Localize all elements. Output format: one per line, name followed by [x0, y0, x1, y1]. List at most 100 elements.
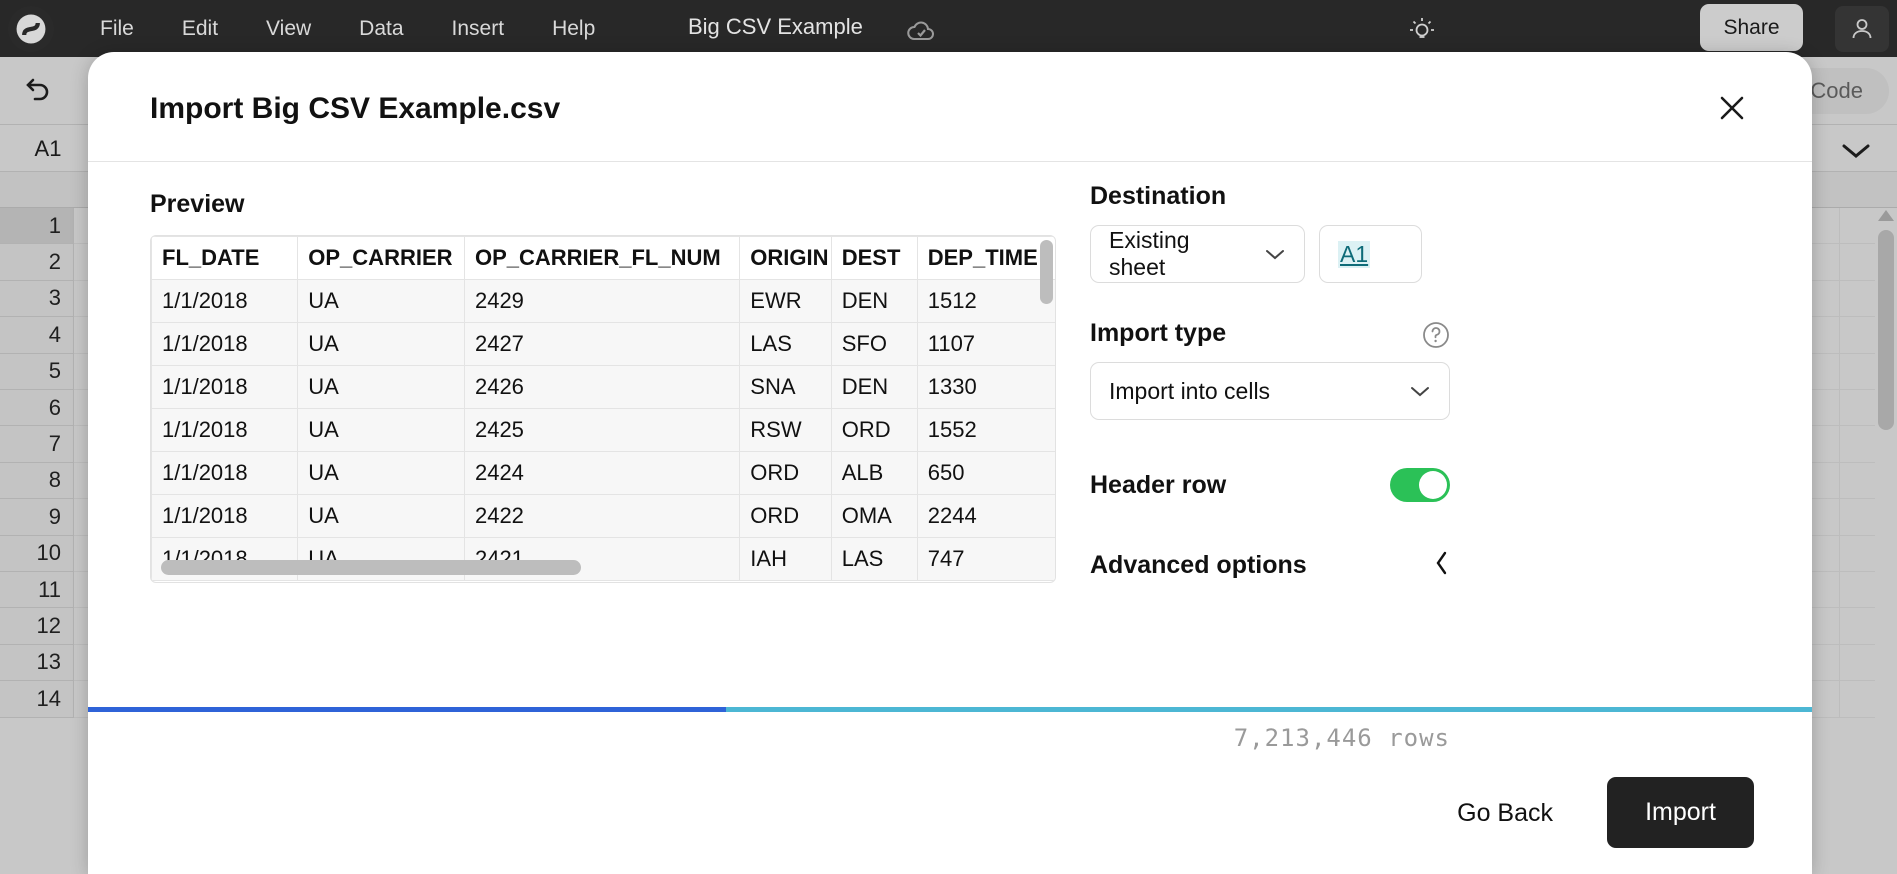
table-cell: SNA [740, 366, 831, 409]
menu-item-data[interactable]: Data [335, 13, 427, 45]
scroll-up-arrow-icon[interactable] [1878, 210, 1894, 221]
import-type-label-row: Import type [1090, 319, 1450, 348]
row-header-6[interactable]: 6 [0, 390, 74, 426]
dialog-title: Import Big CSV Example.csv [150, 92, 560, 126]
menu-item-list: File Edit View Data Insert Help [76, 13, 619, 45]
advanced-options-row[interactable]: Advanced options [1090, 550, 1450, 581]
table-cell: 2429 [464, 280, 739, 323]
table-row: 1/1/2018UA2424ORDALB65020 [152, 452, 1057, 495]
chevron-down-icon [1409, 385, 1431, 398]
table-row: 1/1/2018UA2427LASSFO1107-8 [152, 323, 1057, 366]
table-cell: DEN [831, 366, 917, 409]
row-header-5[interactable]: 5 [0, 354, 74, 390]
table-cell: 2244 [917, 495, 1056, 538]
import-settings-panel: Destination Existing sheet A1 Import typ… [1090, 182, 1450, 581]
close-icon[interactable] [1710, 86, 1754, 130]
preview-table-body: 1/1/2018UA2429EWRDEN1512-51/1/2018UA2427… [152, 280, 1057, 581]
table-cell: 1/1/2018 [152, 452, 298, 495]
destination-cell-input[interactable]: A1 [1319, 225, 1422, 283]
table-cell: LAS [831, 538, 917, 581]
row-header-9[interactable]: 9 [0, 499, 74, 535]
destination-sheet-select[interactable]: Existing sheet [1090, 225, 1305, 283]
menu-item-file[interactable]: File [76, 13, 158, 45]
table-cell: RSW [740, 409, 831, 452]
row-header-8[interactable]: 8 [0, 463, 74, 499]
menu-item-view[interactable]: View [242, 13, 335, 45]
destination-label: Destination [1090, 182, 1450, 211]
table-cell: EWR [740, 280, 831, 323]
table-cell: LAS [740, 323, 831, 366]
table-cell: UA [298, 323, 465, 366]
table-cell: ALB [831, 452, 917, 495]
table-cell: 1/1/2018 [152, 409, 298, 452]
row-header-3[interactable]: 3 [0, 281, 74, 317]
table-cell: 1/1/2018 [152, 495, 298, 538]
undo-icon[interactable] [12, 65, 60, 113]
row-header-4[interactable]: 4 [0, 317, 74, 353]
header-row-label: Header row [1090, 471, 1226, 500]
row-header-13[interactable]: 13 [0, 645, 74, 681]
user-avatar-icon[interactable] [1835, 6, 1889, 52]
header-row-toggle[interactable] [1390, 468, 1450, 502]
menu-item-edit[interactable]: Edit [158, 13, 242, 45]
advanced-options-label: Advanced options [1090, 551, 1307, 580]
row-header-11[interactable]: 11 [0, 572, 74, 608]
table-cell: ORD [740, 495, 831, 538]
column-header: FL_DATE [152, 237, 298, 280]
go-back-button[interactable]: Go Back [1441, 785, 1569, 842]
chevron-left-icon [1434, 550, 1450, 581]
destination-sheet-value: Existing sheet [1109, 227, 1248, 281]
vertical-scrollbar[interactable] [1875, 208, 1897, 874]
document-title[interactable]: Big CSV Example [688, 14, 863, 40]
column-header: DEST [831, 237, 917, 280]
table-cell: ORD [831, 409, 917, 452]
column-header: OP_CARRIER_FL_NUM [464, 237, 739, 280]
table-row: 1/1/2018UA2425RSWORD15526 [152, 409, 1057, 452]
question-mark-icon[interactable] [1422, 321, 1450, 349]
import-type-select[interactable]: Import into cells [1090, 362, 1450, 420]
preview-horizontal-scrollbar[interactable] [161, 560, 581, 575]
lightbulb-icon[interactable] [1407, 14, 1437, 49]
preview-vertical-scrollbar[interactable] [1040, 240, 1053, 304]
table-cell: UA [298, 280, 465, 323]
progress-fill [88, 707, 726, 712]
row-header-14[interactable]: 14 [0, 681, 74, 717]
table-cell: 2425 [464, 409, 739, 452]
import-progress-bar [88, 707, 1812, 712]
menu-item-insert[interactable]: Insert [428, 13, 529, 45]
import-type-value: Import into cells [1109, 378, 1270, 405]
menu-bar: File Edit View Data Insert Help Big CSV … [0, 0, 1897, 57]
toggle-knob [1419, 471, 1447, 499]
row-header-12[interactable]: 12 [0, 608, 74, 644]
table-cell: SFO [831, 323, 917, 366]
menu-item-help[interactable]: Help [528, 13, 619, 45]
table-row: 1/1/2018UA2426SNADEN1330-5 [152, 366, 1057, 409]
table-cell: 1/1/2018 [152, 366, 298, 409]
chevron-down-icon[interactable] [1839, 140, 1873, 165]
import-button[interactable]: Import [1607, 777, 1754, 848]
chevron-down-icon [1264, 248, 1286, 261]
table-cell: 1552 [917, 409, 1056, 452]
import-csv-dialog: Import Big CSV Example.csv Preview FL_DA… [88, 52, 1812, 874]
table-cell: 1330 [917, 366, 1056, 409]
table-cell: UA [298, 409, 465, 452]
preview-table-container[interactable]: FL_DATE OP_CARRIER OP_CARRIER_FL_NUM ORI… [150, 235, 1056, 583]
dialog-header: Import Big CSV Example.csv [88, 52, 1812, 162]
table-cell: UA [298, 495, 465, 538]
table-cell: 1512 [917, 280, 1056, 323]
share-button[interactable]: Share [1700, 4, 1803, 51]
table-cell: IAH [740, 538, 831, 581]
row-header-10[interactable]: 10 [0, 536, 74, 572]
row-header-2[interactable]: 2 [0, 244, 74, 280]
name-box[interactable]: A1 [0, 126, 96, 172]
row-header-7[interactable]: 7 [0, 426, 74, 462]
app-logo-icon[interactable] [8, 6, 54, 52]
table-header-row: FL_DATE OP_CARRIER OP_CARRIER_FL_NUM ORI… [152, 237, 1057, 280]
table-row: 1/1/2018UA2422ORDOMA22443 [152, 495, 1057, 538]
table-cell: 1107 [917, 323, 1056, 366]
table-cell: 1/1/2018 [152, 280, 298, 323]
column-header: OP_CARRIER [298, 237, 465, 280]
destination-controls: Existing sheet A1 [1090, 225, 1450, 283]
row-header-1[interactable]: 1 [0, 208, 74, 244]
vertical-scrollbar-thumb[interactable] [1878, 230, 1894, 430]
